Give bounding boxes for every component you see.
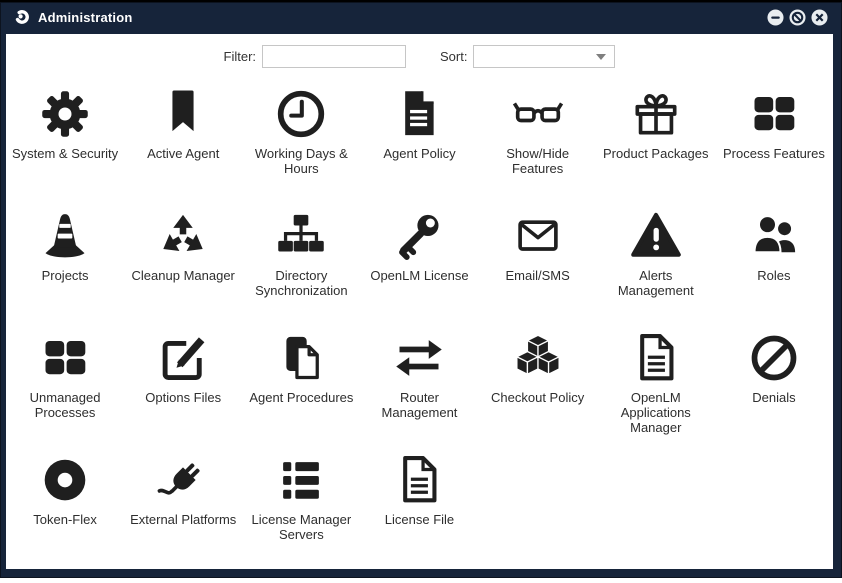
- cubes-icon: [508, 329, 568, 387]
- recycle-icon: [153, 207, 213, 265]
- administration-window: Administration Filter: Sort: System & Se…: [0, 0, 842, 578]
- sort-label: Sort:: [440, 49, 468, 64]
- grid-item-label: Token-Flex: [33, 512, 97, 527]
- titlebar[interactable]: Administration: [0, 2, 842, 32]
- grid-item-product-packages[interactable]: Product Packages: [597, 85, 715, 207]
- openlm-logo-icon: [13, 8, 31, 26]
- bookmark-icon: [153, 85, 213, 143]
- glasses-icon: [508, 85, 568, 143]
- grid-item-directory-synchronization[interactable]: Directory Synchronization: [242, 207, 360, 329]
- sitemap-icon: [271, 207, 331, 265]
- ban-icon: [744, 329, 804, 387]
- traffic-cone-icon: [35, 207, 95, 265]
- grid-item-agent-policy[interactable]: Agent Policy: [360, 85, 478, 207]
- grid-item-label: OpenLM License: [370, 268, 469, 283]
- grid-item-label: Email/SMS: [505, 268, 570, 283]
- admin-icon-grid: System & Security Active Agent Working Day…: [6, 85, 833, 569]
- grid-item-active-agent[interactable]: Active Agent: [124, 85, 242, 207]
- grid-item-label: Unmanaged Processes: [29, 390, 101, 420]
- server-list-icon: [271, 451, 331, 509]
- grid-item-denials[interactable]: Denials: [715, 329, 833, 451]
- grid-item-label: Directory Synchronization: [255, 268, 348, 298]
- grid-item-label: Alerts Management: [617, 268, 694, 298]
- grid-item-working-days-hours[interactable]: Working Days & Hours: [242, 85, 360, 207]
- grid-item-checkout-policy[interactable]: Checkout Policy: [479, 329, 597, 451]
- grid-item-agent-procedures[interactable]: Agent Procedures: [242, 329, 360, 451]
- grid-item-label: Router Management: [381, 390, 458, 420]
- grid-item-label: Product Packages: [603, 146, 709, 161]
- window-controls: [767, 8, 828, 26]
- gift-icon: [626, 85, 686, 143]
- grid-item-label: Active Agent: [147, 146, 220, 161]
- grid-squares-icon: [35, 329, 95, 387]
- grid-item-license-manager-servers[interactable]: License Manager Servers: [242, 451, 360, 569]
- grid-item-options-files[interactable]: Options Files: [124, 329, 242, 451]
- filter-input[interactable]: [262, 45, 407, 68]
- grid-item-label: Denials: [752, 390, 796, 405]
- close-button[interactable]: [811, 8, 828, 26]
- window-title: Administration: [38, 9, 133, 25]
- gear-icon: [35, 85, 95, 143]
- users-icon: [744, 207, 804, 265]
- grid-item-cleanup-manager[interactable]: Cleanup Manager: [124, 207, 242, 329]
- envelope-icon: [508, 207, 568, 265]
- donut-icon: [35, 451, 95, 509]
- grid-item-label: Show/Hide Features: [506, 146, 570, 176]
- grid-item-label: Agent Policy: [383, 146, 456, 161]
- copy-documents-icon: [271, 329, 331, 387]
- close-icon: [811, 8, 828, 26]
- grid-item-roles[interactable]: Roles: [715, 207, 833, 329]
- key-icon: [389, 207, 449, 265]
- grid-item-router-management[interactable]: Router Management: [360, 329, 478, 451]
- chevron-down-icon: [596, 53, 607, 60]
- minimize-icon: [767, 8, 784, 26]
- grid-item-token-flex[interactable]: Token-Flex: [6, 451, 124, 569]
- grid-item-label: Cleanup Manager: [131, 268, 235, 283]
- edit-square-icon: [153, 329, 213, 387]
- grid-item-label: OpenLM Applications Manager: [620, 390, 691, 435]
- grid-item-label: License File: [384, 512, 455, 527]
- slashed-circle-icon: [789, 8, 806, 26]
- grid-item-label: Roles: [757, 268, 791, 283]
- warning-triangle-icon: [626, 207, 686, 265]
- grid-item-label: Agent Procedures: [249, 390, 354, 405]
- grid-item-unmanaged-processes[interactable]: Unmanaged Processes: [6, 329, 124, 451]
- grid-item-email-sms[interactable]: Email/SMS: [479, 207, 597, 329]
- grid-item-openlm-applications-manager[interactable]: OpenLM Applications Manager: [597, 329, 715, 451]
- grid-item-label: Process Features: [722, 146, 825, 161]
- grid-item-alerts-management[interactable]: Alerts Management: [597, 207, 715, 329]
- grid-item-license-file[interactable]: License File: [360, 451, 478, 569]
- clock-icon: [271, 85, 331, 143]
- exchange-arrows-icon: [389, 329, 449, 387]
- grid-item-label: External Platforms: [130, 512, 237, 527]
- document-outline-icon: [389, 451, 449, 509]
- filter-label: Filter:: [223, 49, 257, 64]
- grid-item-label: Checkout Policy: [491, 390, 585, 405]
- toolbar: Filter: Sort:: [6, 45, 833, 68]
- grid-item-external-platforms[interactable]: External Platforms: [124, 451, 242, 569]
- grid-item-label: Options Files: [145, 390, 222, 405]
- grid-item-openlm-license[interactable]: OpenLM License: [360, 207, 478, 329]
- grid-item-system-security[interactable]: System & Security: [6, 85, 124, 207]
- grid-item-show-hide-features[interactable]: Show/Hide Features: [479, 85, 597, 207]
- minimize-button[interactable]: [767, 8, 784, 26]
- grid-item-process-features[interactable]: Process Features: [715, 85, 833, 207]
- document-solid-icon: [389, 85, 449, 143]
- maximize-disabled-button[interactable]: [789, 8, 806, 26]
- sort-select[interactable]: [473, 45, 616, 68]
- grid-squares-icon: [744, 85, 804, 143]
- grid-item-label: Projects: [41, 268, 89, 283]
- grid-item-label: Working Days & Hours: [254, 146, 348, 176]
- window-content: Filter: Sort: System & Security Active Ag…: [6, 34, 833, 569]
- grid-item-label: License Manager Servers: [251, 512, 352, 542]
- grid-item-label: System & Security: [11, 146, 119, 161]
- grid-item-projects[interactable]: Projects: [6, 207, 124, 329]
- document-outline-icon: [626, 329, 686, 387]
- plug-icon: [153, 451, 213, 509]
